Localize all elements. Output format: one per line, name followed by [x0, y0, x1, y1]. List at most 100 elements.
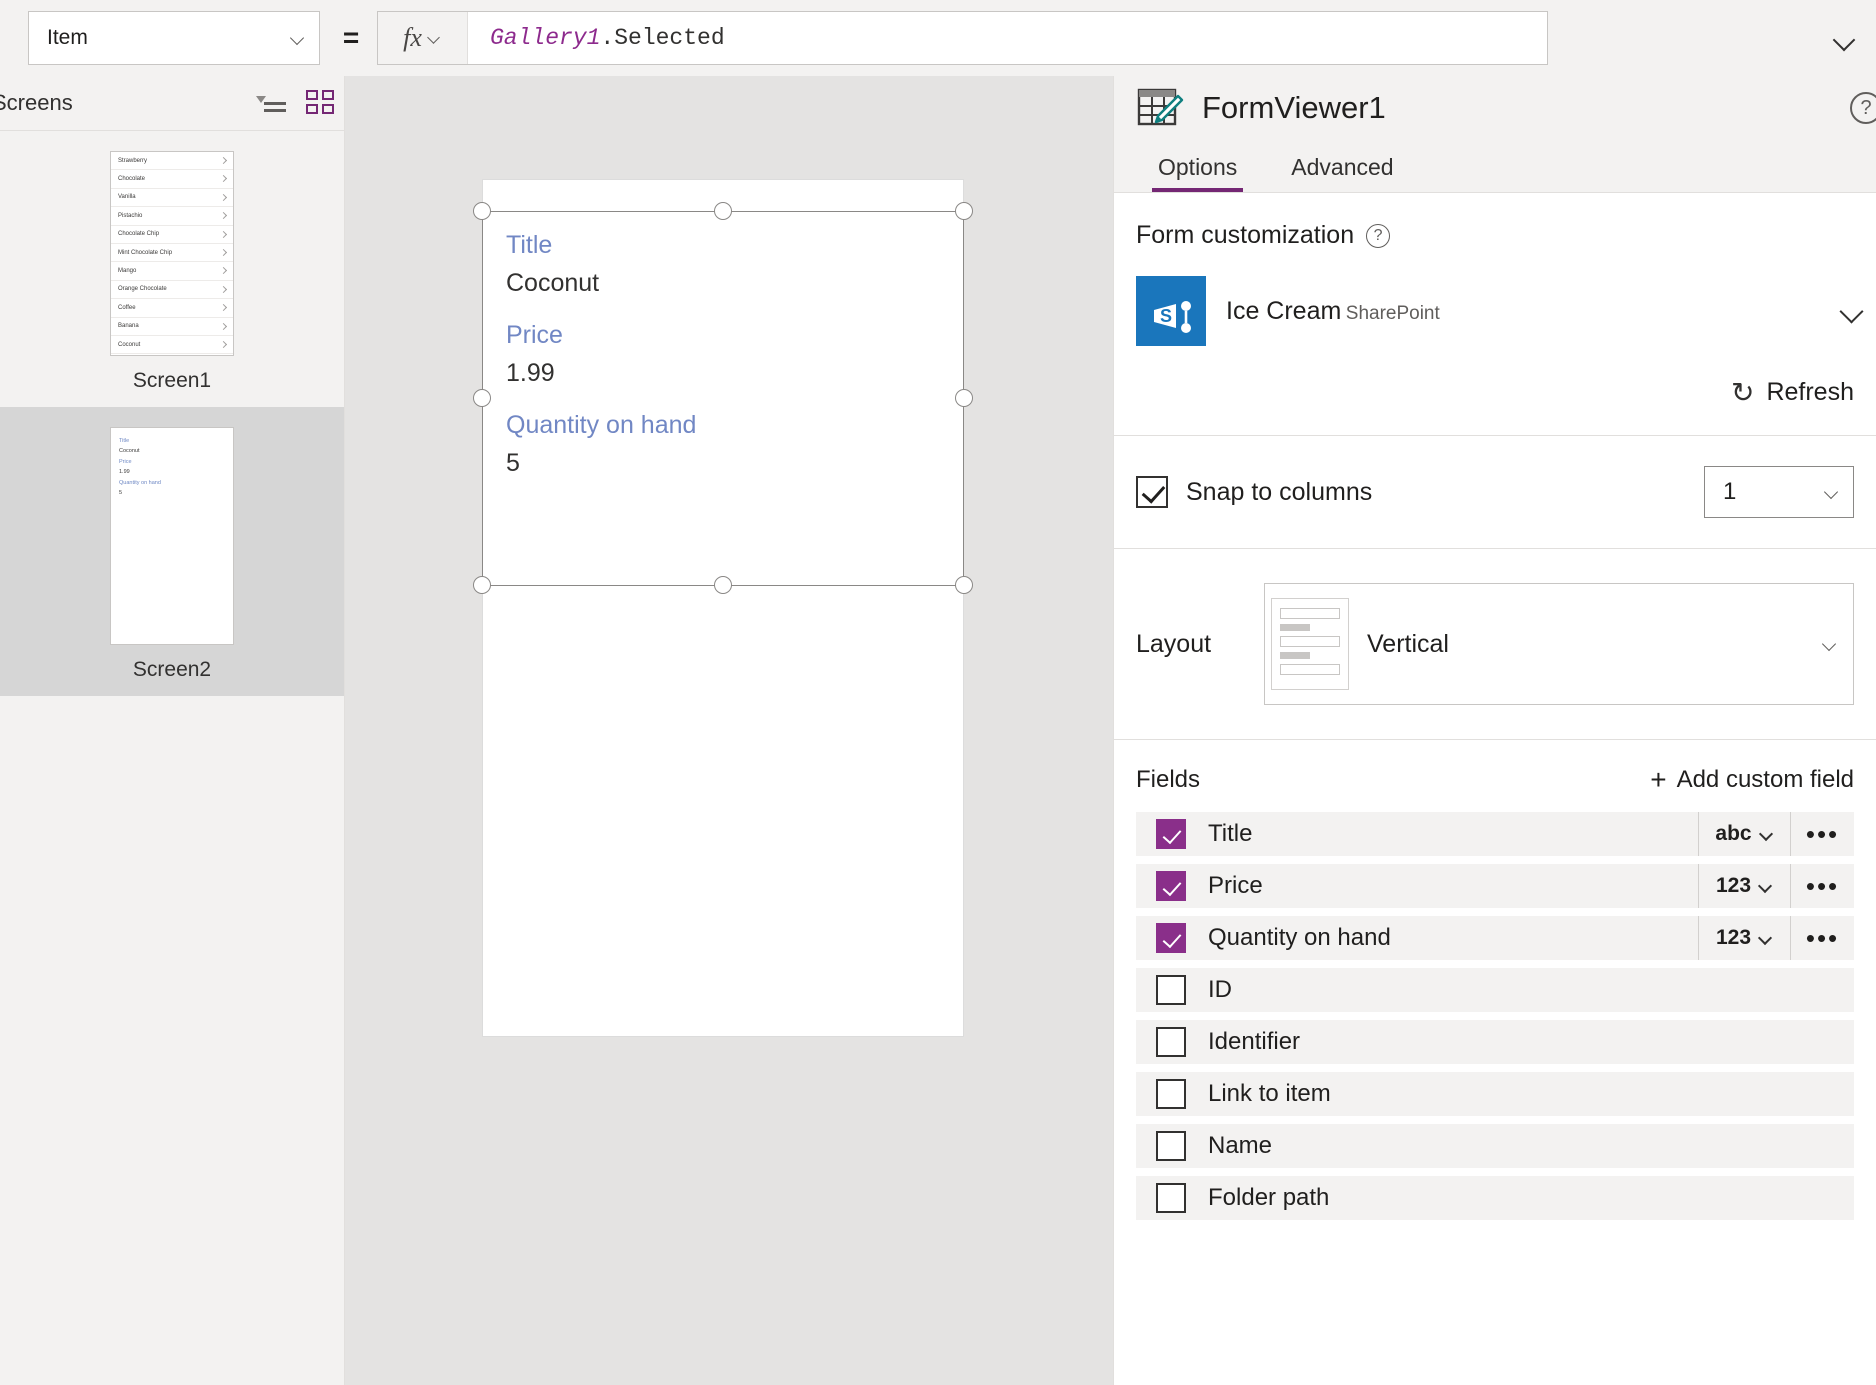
data-source-name: Ice Cream — [1226, 296, 1342, 325]
columns-count-select[interactable]: 1 — [1704, 466, 1854, 518]
property-selector[interactable]: Item — [28, 11, 320, 65]
layout-value: Vertical — [1367, 629, 1449, 658]
field-name: Identifier — [1208, 1028, 1301, 1055]
refresh-icon: ↻ — [1730, 377, 1755, 408]
chevron-down-icon[interactable] — [1840, 298, 1866, 324]
field-more-button[interactable]: ••• — [1790, 916, 1854, 960]
field-row-identifier[interactable]: Identifier — [1136, 1020, 1854, 1064]
field-type-value: 123 — [1715, 874, 1752, 897]
screen-thumbnail-screen2[interactable]: Title Coconut Price 1.99 Quantity on han… — [0, 407, 344, 696]
tree-view-pane: Screens Strawberry Chocolate Vanilla Pis… — [0, 76, 345, 1385]
resize-handle-top-left[interactable] — [473, 202, 491, 220]
preview-field-value: 5 — [119, 490, 123, 497]
data-source-row[interactable]: S Ice Cream SharePoint — [1136, 276, 1854, 346]
add-custom-field-label: Add custom field — [1676, 766, 1854, 793]
field-type-value: 123 — [1715, 926, 1752, 949]
field-type-value: abc — [1715, 822, 1752, 845]
field-checkbox[interactable] — [1156, 1079, 1186, 1109]
fields-section: Fields + Add custom field Title abc ••• … — [1114, 740, 1876, 1220]
resize-handle-bottom-center[interactable] — [714, 576, 732, 594]
chevron-down-icon — [1761, 828, 1774, 841]
layout-row: Layout Vertical — [1136, 549, 1854, 739]
form-customization-heading: Form customization ? — [1136, 193, 1854, 250]
fx-button[interactable]: fx — [378, 12, 468, 64]
help-icon[interactable]: ? — [1850, 92, 1876, 124]
field-checkbox[interactable] — [1156, 1027, 1186, 1057]
list-view-icon[interactable] — [256, 90, 286, 116]
list-item: Mango — [111, 262, 233, 281]
field-row-id[interactable]: ID — [1136, 968, 1854, 1012]
chevron-right-icon — [219, 267, 228, 275]
field-row-title[interactable]: Title abc ••• — [1136, 812, 1854, 856]
app-canvas[interactable]: Title Coconut Price 1.99 Quantity on han… — [345, 76, 1113, 1385]
field-more-button[interactable]: ••• — [1790, 864, 1854, 908]
field-type-select[interactable]: 123 — [1698, 864, 1790, 908]
field-more-button[interactable]: ••• — [1790, 812, 1854, 856]
formula-input-container[interactable]: fx Gallery1.Selected — [377, 11, 1548, 65]
list-item: Vanilla — [111, 189, 233, 208]
gallery-item-label: Coconut — [118, 341, 141, 348]
properties-pane-header: FormViewer1 ? — [1114, 76, 1876, 139]
data-source-info: Ice Cream SharePoint — [1226, 297, 1820, 326]
field-checkbox[interactable] — [1156, 923, 1186, 953]
chevron-right-icon — [219, 156, 228, 165]
resize-handle-top-center[interactable] — [714, 202, 732, 220]
field-name: Link to item — [1208, 1080, 1331, 1107]
list-item: Pistachio — [111, 207, 233, 226]
formula-input[interactable]: Gallery1.Selected — [468, 25, 1547, 51]
equals-sign: = — [342, 22, 360, 53]
tab-options[interactable]: Options — [1136, 154, 1259, 192]
field-type-select[interactable]: abc — [1698, 812, 1790, 856]
gallery-item-label: Orange Chocolate — [118, 286, 167, 293]
tab-advanced[interactable]: Advanced — [1269, 154, 1415, 192]
field-checkbox[interactable] — [1156, 1131, 1186, 1161]
field-row-price[interactable]: Price 123 ••• — [1136, 864, 1854, 908]
add-custom-field-button[interactable]: + Add custom field — [1650, 766, 1854, 794]
field-name: Folder path — [1208, 1184, 1330, 1211]
tile-view-icon[interactable] — [306, 90, 334, 116]
question-mark-icon[interactable]: ? — [1366, 223, 1391, 248]
expand-formula-bar-icon[interactable] — [1832, 26, 1858, 52]
field-checkbox[interactable] — [1156, 871, 1186, 901]
preview-field-label: Title — [119, 438, 130, 444]
field-checkbox[interactable] — [1156, 1183, 1186, 1213]
preview-field-label: Quantity on hand — [119, 479, 161, 486]
field-name: Title — [1208, 820, 1253, 847]
snap-to-columns-label: Snap to columns — [1186, 477, 1373, 506]
refresh-button[interactable]: ↻ Refresh — [1136, 346, 1854, 435]
gallery-item-label: Mint Chocolate Chip — [118, 249, 173, 256]
layout-select[interactable]: Vertical — [1264, 583, 1854, 705]
chevron-right-icon — [219, 340, 228, 348]
properties-tabs: Options Advanced — [1114, 139, 1876, 193]
resize-handle-bottom-left[interactable] — [473, 576, 491, 594]
resize-handle-middle-left[interactable] — [473, 389, 491, 407]
chevron-down-icon — [1823, 636, 1839, 652]
list-item: Strawberry — [111, 152, 233, 171]
refresh-label: Refresh — [1766, 378, 1854, 406]
field-row-name[interactable]: Name — [1136, 1124, 1854, 1168]
powerapps-studio: Item = fx Gallery1.Selected Screens Stra… — [0, 0, 1876, 1385]
field-checkbox[interactable] — [1156, 819, 1186, 849]
chevron-right-icon — [219, 322, 228, 330]
resize-handle-bottom-right[interactable] — [955, 576, 973, 594]
field-row-folder-path[interactable]: Folder path — [1136, 1176, 1854, 1220]
field-checkbox[interactable] — [1156, 975, 1186, 1005]
field-type-select[interactable]: 123 — [1698, 916, 1790, 960]
layout-section: Layout Vertical — [1114, 549, 1876, 739]
field-row-link-to-item[interactable]: Link to item — [1136, 1072, 1854, 1116]
form-viewer-control[interactable]: Title Coconut Price 1.99 Quantity on han… — [473, 202, 973, 594]
resize-handle-middle-right[interactable] — [955, 389, 973, 407]
form-field-value-quantity: 5 — [506, 449, 520, 477]
chevron-right-icon — [219, 230, 228, 238]
resize-handle-top-right[interactable] — [955, 202, 973, 220]
snap-to-columns-row: Snap to columns 1 — [1136, 436, 1854, 548]
chevron-right-icon — [219, 285, 228, 293]
preview-field-value: Coconut — [119, 448, 140, 455]
field-row-quantity-on-hand[interactable]: Quantity on hand 123 ••• — [1136, 916, 1854, 960]
page-title: FormViewer1 — [1202, 89, 1386, 125]
screen-thumbnail-screen1[interactable]: Strawberry Chocolate Vanilla Pistachio C… — [0, 131, 344, 407]
snap-to-columns-checkbox[interactable] — [1136, 476, 1168, 508]
chevron-down-icon — [428, 31, 442, 45]
form-field-value-price: 1.99 — [506, 359, 555, 387]
list-item: Coffee — [111, 299, 233, 318]
